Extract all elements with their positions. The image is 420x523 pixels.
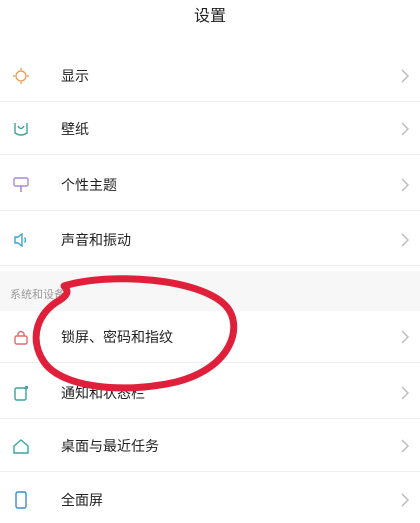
settings-item-fullscreen[interactable]: 全面屏 (0, 474, 420, 523)
page-title: 设置 (193, 6, 226, 25)
settings-item-label: 壁纸 (61, 121, 89, 138)
chevron-right-icon (399, 177, 411, 193)
settings-item-label: 全面屏 (61, 493, 103, 509)
chevron-right-icon (399, 232, 411, 248)
display-brightness-icon (11, 66, 31, 86)
settings-item-lockscreen[interactable]: 锁屏、密码和指纹 (0, 311, 420, 363)
settings-screen: 设置 显示 壁纸 个性主题 声音和振动 系统和设备 锁屏、密码和指纹 通知和状态… (0, 0, 420, 523)
chevron-right-icon (399, 492, 411, 508)
fullscreen-phone-icon (11, 490, 31, 510)
settings-item-sound[interactable]: 声音和振动 (0, 214, 420, 266)
settings-item-label: 显示 (61, 68, 89, 85)
settings-item-home-recents[interactable]: 桌面与最近任务 (0, 420, 420, 472)
settings-item-notifications[interactable]: 通知和状态栏 (0, 367, 420, 419)
settings-item-label: 通知和状态栏 (61, 385, 145, 402)
theme-brush-icon (11, 175, 31, 195)
chevron-right-icon (399, 438, 411, 454)
chevron-right-icon (399, 385, 411, 401)
chevron-right-icon (399, 68, 411, 84)
section-title: 系统和设备 (10, 288, 65, 301)
sound-icon (11, 230, 31, 250)
wallpaper-icon (11, 119, 31, 139)
chevron-right-icon (399, 121, 411, 137)
settings-item-label: 声音和振动 (61, 232, 131, 249)
chevron-right-icon (399, 329, 411, 345)
settings-item-wallpaper[interactable]: 壁纸 (0, 103, 420, 155)
settings-item-label: 个性主题 (61, 177, 117, 194)
lock-icon (11, 327, 31, 347)
settings-item-theme[interactable]: 个性主题 (0, 159, 420, 211)
home-icon (11, 436, 31, 456)
settings-item-label: 锁屏、密码和指纹 (61, 329, 173, 346)
notification-icon (11, 383, 31, 403)
settings-item-label: 桌面与最近任务 (61, 438, 159, 455)
settings-item-display[interactable]: 显示 (0, 50, 420, 102)
